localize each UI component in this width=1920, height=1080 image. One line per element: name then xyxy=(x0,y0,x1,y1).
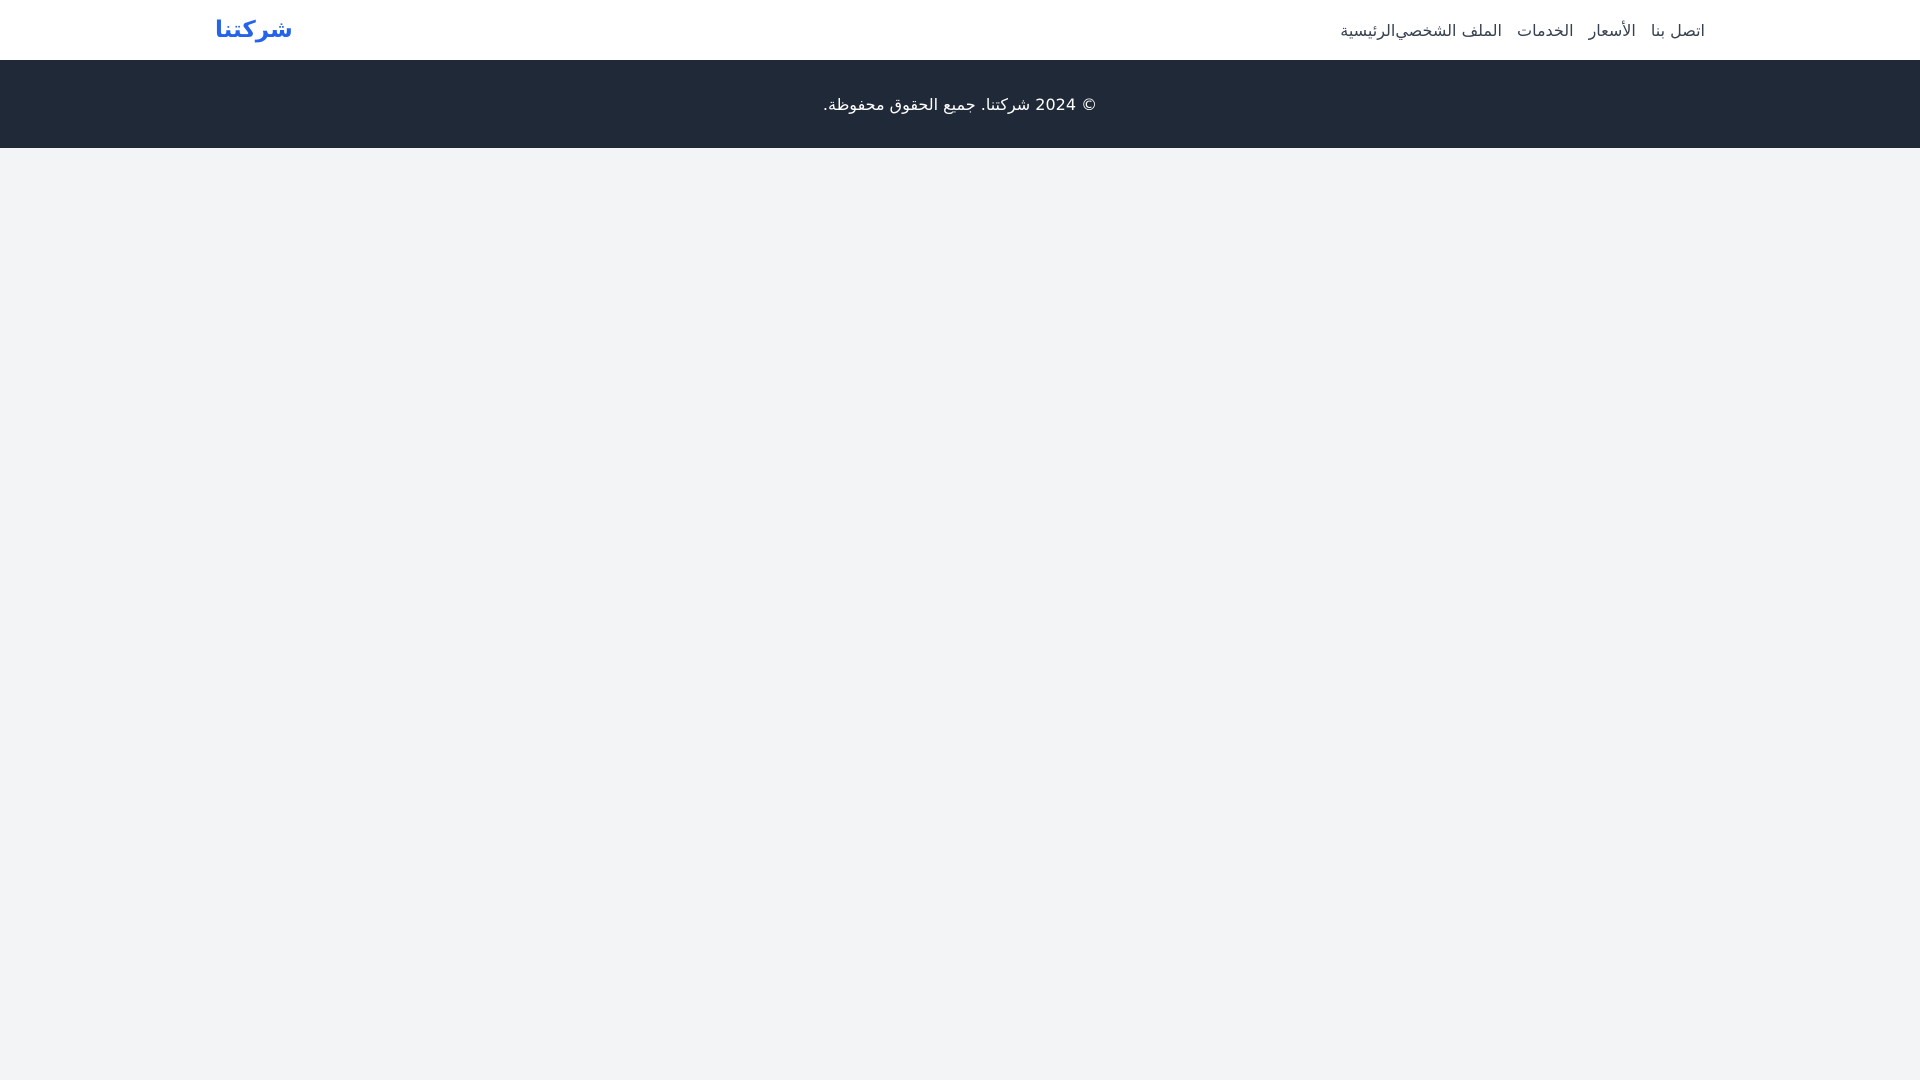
footer: © 2024 شركتنا. جميع الحقوق محفوظة. xyxy=(0,60,1920,148)
nav-links: الرئيسية الملف الشخصي الخدمات الأسعار ات… xyxy=(1340,0,1705,60)
nav-link-services[interactable]: الخدمات xyxy=(1517,21,1574,40)
nav-link-home[interactable]: الرئيسية xyxy=(1340,21,1395,40)
navbar: شركتنا الرئيسية الملف الشخصي الخدمات الأ… xyxy=(0,0,1920,60)
brand-logo-link[interactable]: شركتنا xyxy=(215,0,293,60)
nav-link-contact[interactable]: اتصل بنا xyxy=(1651,21,1705,40)
main-content-area xyxy=(0,148,1920,1080)
nav-link-pricing[interactable]: الأسعار xyxy=(1589,21,1636,40)
footer-copyright: © 2024 شركتنا. جميع الحقوق محفوظة. xyxy=(822,94,1098,114)
nav-link-profile[interactable]: الملف الشخصي xyxy=(1395,21,1502,40)
